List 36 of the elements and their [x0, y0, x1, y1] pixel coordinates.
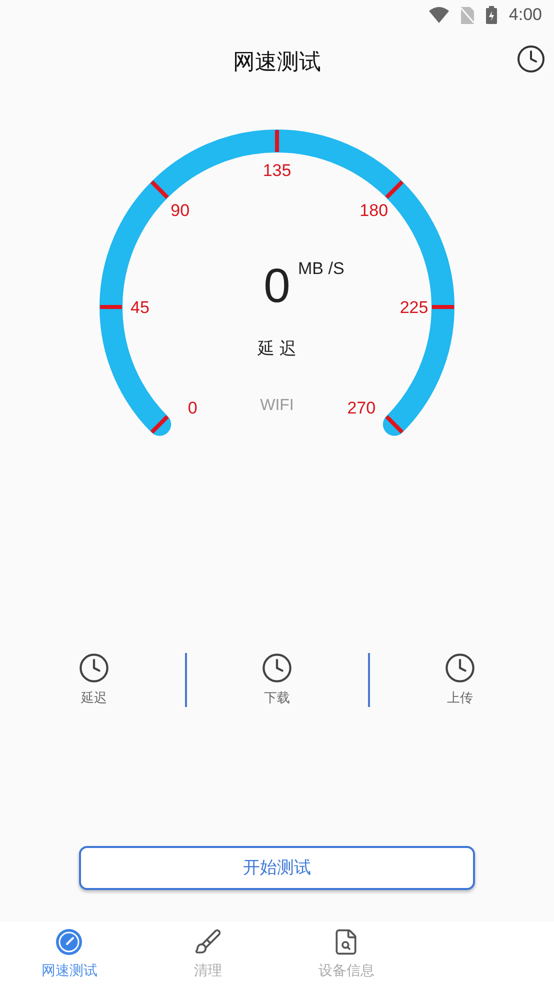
gauge-tick-label: 135 [262, 161, 292, 180]
wifi-icon [428, 7, 449, 23]
gauge-tick-label: 0 [188, 398, 198, 418]
clock-icon [444, 652, 476, 684]
speed-unit: MB /S [298, 259, 344, 278]
history-button[interactable] [516, 44, 546, 74]
clock-icon [261, 652, 293, 684]
gauge-tick [275, 130, 279, 152]
gauge-tick [150, 415, 169, 434]
gauge-tick-label: 45 [130, 298, 150, 317]
nav-tab[interactable]: 清理 [138, 922, 277, 986]
start-test-button[interactable]: 开始测试 [79, 846, 475, 890]
gauge-tick [385, 180, 404, 199]
gauge-tick-label: 180 [360, 201, 388, 220]
network-label: WIFI [260, 397, 294, 414]
speed-value: 0 [264, 260, 290, 313]
gauge-tick [150, 180, 169, 199]
stat-label: 上传 [447, 689, 473, 707]
brush-icon [194, 928, 222, 956]
stat-label: 延迟 [81, 689, 107, 707]
gauge-tick [100, 305, 122, 309]
battery-charging-icon [486, 6, 497, 24]
gauge-tick [385, 415, 404, 434]
nav-tab[interactable]: 设备信息 [277, 922, 416, 986]
gauge-tick [432, 305, 454, 309]
stat-label: 下载 [264, 689, 290, 707]
gauge-tick-label: 90 [170, 201, 190, 220]
metric-label: 延 迟 [258, 339, 296, 358]
clock-icon [78, 652, 110, 684]
status-time: 4:00 [508, 4, 542, 26]
page-title: 网速测试 [233, 48, 321, 76]
speedometer-icon [55, 928, 84, 956]
no-sim-icon [460, 6, 474, 24]
gauge-tick-label: 225 [400, 298, 428, 317]
nav-tab[interactable]: 网速测试 [0, 922, 138, 986]
gauge-tick-label: 270 [347, 398, 376, 418]
